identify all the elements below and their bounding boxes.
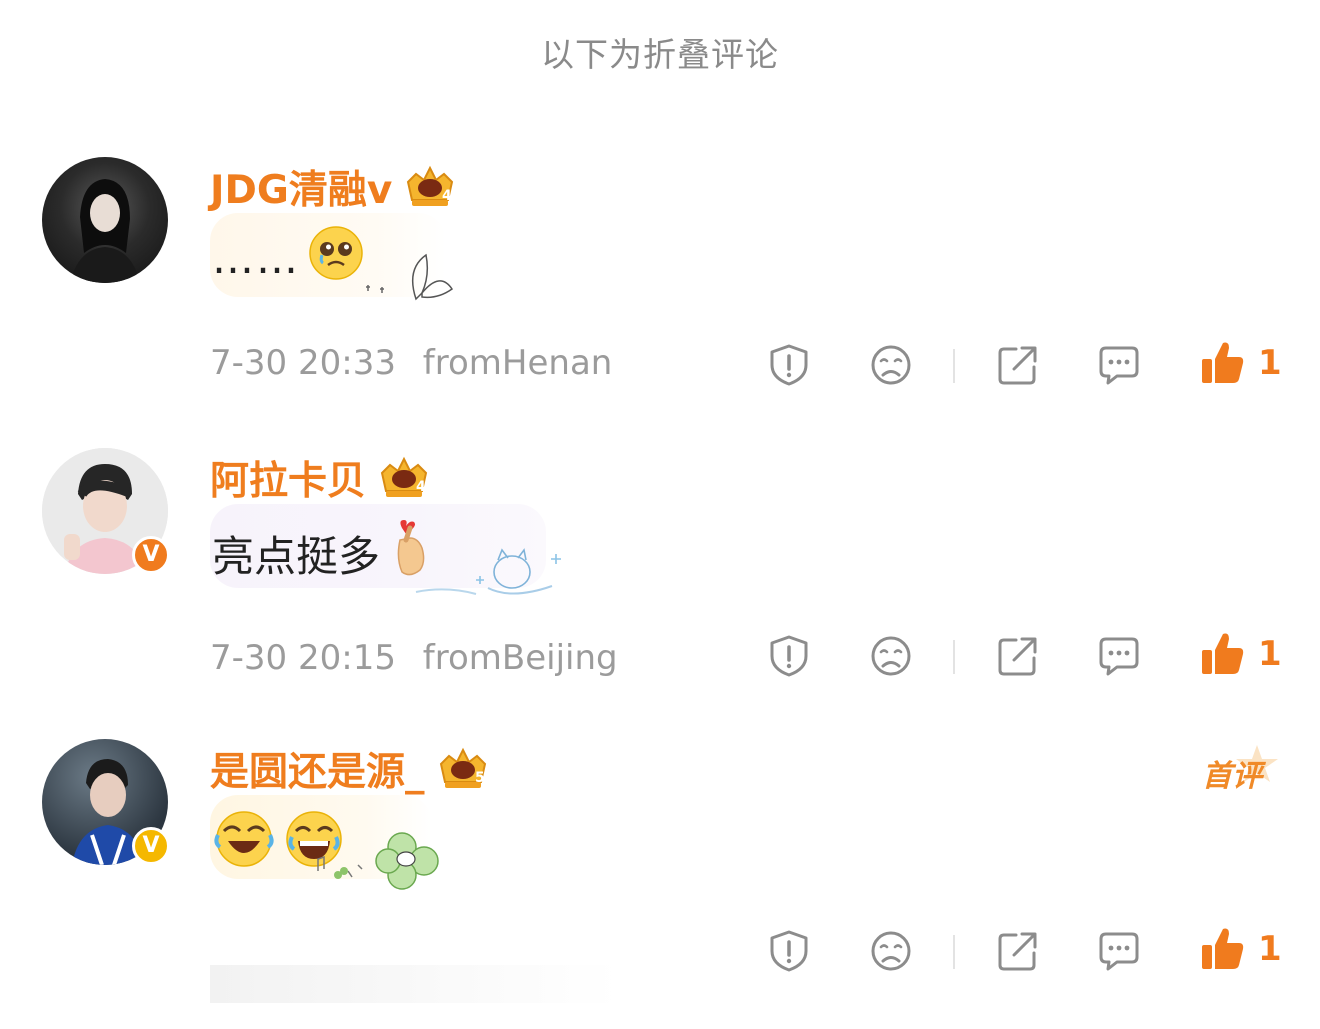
cat-decoration-icon	[415, 548, 561, 595]
share-icon[interactable]	[996, 929, 1040, 973]
avatar[interactable]: V	[42, 448, 170, 574]
action-bar: 1	[0, 342, 1320, 393]
username-row: JDG清融v 4	[210, 159, 458, 215]
folded-comments-header: 以下为折叠评论	[541, 35, 779, 74]
reply-comment-icon[interactable]	[1097, 634, 1141, 678]
dislike-face-icon[interactable]	[869, 929, 913, 973]
reply-comment-icon[interactable]	[1097, 343, 1141, 387]
avatar[interactable]: V	[42, 739, 170, 865]
share-icon[interactable]	[996, 634, 1040, 678]
like-count: 1	[1258, 343, 1282, 383]
crown-level: 5	[475, 770, 485, 786]
crown-icon: 4	[402, 164, 458, 210]
comment-text-body: ……	[212, 233, 300, 283]
report-shield-icon[interactable]	[767, 929, 811, 973]
reply-comment-icon[interactable]	[1097, 929, 1141, 973]
username[interactable]: JDG清融v	[210, 159, 392, 215]
clover-decoration-icon	[317, 832, 439, 890]
share-icon[interactable]	[996, 343, 1040, 387]
dislike-face-icon[interactable]	[869, 343, 913, 387]
action-divider	[953, 935, 955, 969]
like-count: 1	[1258, 929, 1282, 969]
comment-text-body: 亮点挺多	[212, 531, 381, 581]
username[interactable]: 是圆还是源_	[210, 741, 425, 797]
like-count: 1	[1258, 634, 1282, 674]
first-comment-badge: 首评	[1200, 745, 1280, 795]
comment-item: V 阿拉卡贝 4 亮点挺多 7-30 20:15 fromBeijing 1	[0, 448, 1320, 738]
action-bar: 1	[0, 928, 1320, 979]
username-row: 是圆还是源_ 5	[210, 741, 491, 797]
verified-badge-icon: V	[132, 536, 170, 574]
comment-item: V 是圆还是源_ 5 首评 1	[0, 739, 1320, 1029]
rolling-laughing-icon	[214, 809, 274, 879]
action-divider	[953, 349, 955, 383]
username-row: 阿拉卡贝 4	[210, 450, 432, 506]
username[interactable]: 阿拉卡贝	[210, 450, 366, 506]
avatar[interactable]	[42, 157, 168, 283]
crown-icon: 4	[376, 455, 432, 501]
action-divider	[953, 640, 955, 674]
crown-icon: 5	[435, 746, 491, 792]
like-thumb-icon[interactable]	[1199, 339, 1245, 387]
report-shield-icon[interactable]	[767, 634, 811, 678]
like-thumb-icon[interactable]	[1199, 630, 1245, 678]
verified-badge-icon: V	[132, 827, 170, 865]
comment-item: JDG清融v 4 …… 7-30 20:33 fromHenan 1	[0, 157, 1320, 447]
first-comment-label: 首评	[1202, 759, 1262, 794]
crown-level: 4	[442, 188, 452, 204]
dislike-face-icon[interactable]	[869, 634, 913, 678]
crown-level: 4	[416, 479, 426, 495]
report-shield-icon[interactable]	[767, 343, 811, 387]
butterfly-decoration-icon	[366, 253, 454, 301]
like-thumb-icon[interactable]	[1199, 925, 1245, 973]
comment-text: ……	[212, 225, 364, 291]
comment-text: 亮点挺多	[212, 518, 432, 588]
action-bar: 1	[0, 633, 1320, 684]
